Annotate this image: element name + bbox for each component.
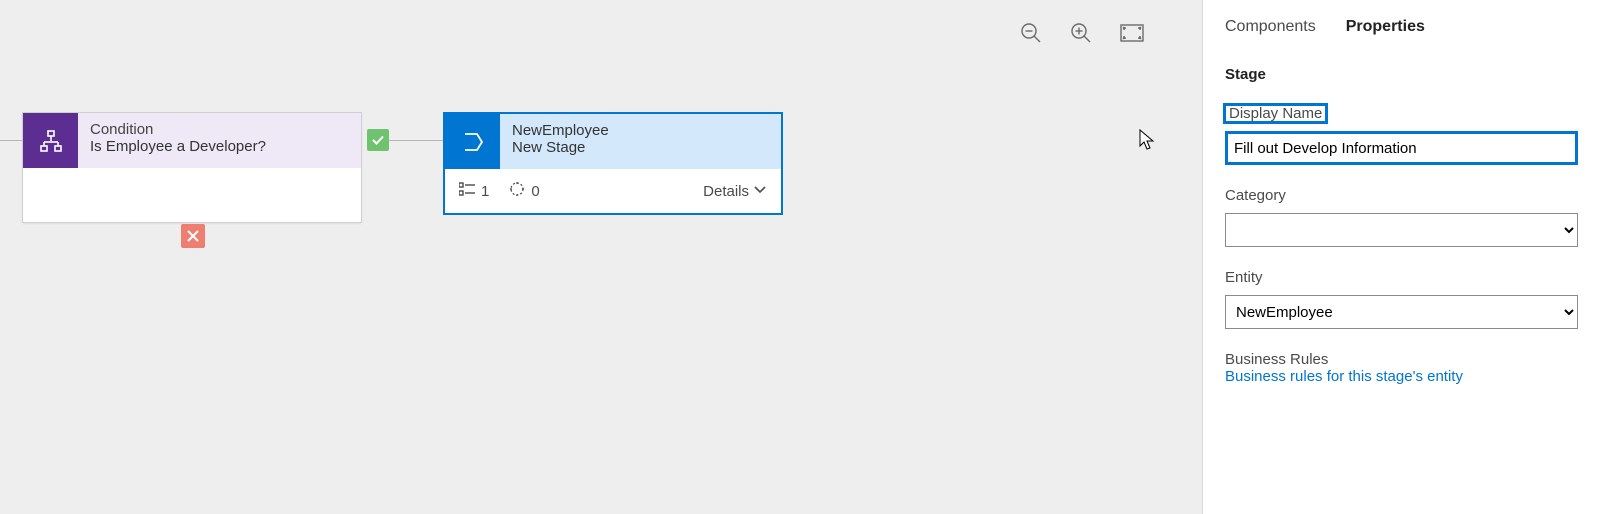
- panel-tabs: Components Properties: [1225, 0, 1578, 36]
- panel-section-title: Stage: [1225, 66, 1578, 83]
- details-label: Details: [703, 183, 749, 200]
- fit-to-screen-icon[interactable]: [1120, 24, 1144, 42]
- business-rules-label: Business Rules: [1225, 351, 1578, 368]
- condition-type-label: Condition: [90, 121, 349, 138]
- tab-properties[interactable]: Properties: [1346, 18, 1425, 36]
- stage-name-label: New Stage: [512, 139, 769, 156]
- chevron-down-icon: [753, 182, 767, 200]
- connector-line: [0, 140, 22, 141]
- display-name-field: Display Name: [1225, 105, 1578, 165]
- category-select[interactable]: [1225, 213, 1578, 247]
- entity-field: Entity NewEmployee: [1225, 269, 1578, 329]
- steps-icon: [459, 182, 475, 200]
- entity-select[interactable]: NewEmployee: [1225, 295, 1578, 329]
- display-name-input[interactable]: [1225, 131, 1578, 165]
- stage-icon: [445, 114, 500, 169]
- condition-header-text: Condition Is Employee a Developer?: [78, 113, 361, 168]
- category-field: Category: [1225, 187, 1578, 247]
- condition-node[interactable]: Condition Is Employee a Developer?: [22, 112, 362, 223]
- category-label: Category: [1225, 187, 1286, 204]
- steps-count-value: 1: [481, 183, 489, 200]
- display-name-label: Display Name: [1225, 105, 1326, 122]
- triggers-counter: 0: [509, 181, 539, 201]
- zoom-out-icon[interactable]: [1020, 22, 1042, 44]
- false-branch-icon: [181, 224, 205, 248]
- triggers-icon: [509, 181, 525, 201]
- tab-components[interactable]: Components: [1225, 18, 1316, 36]
- condition-icon: [23, 113, 78, 168]
- stage-node[interactable]: NewEmployee New Stage 1 0 D: [443, 112, 783, 215]
- cursor-icon: [1138, 128, 1158, 157]
- condition-footer: [23, 168, 361, 222]
- stage-entity-label: NewEmployee: [512, 122, 769, 139]
- stage-header-text: NewEmployee New Stage: [500, 114, 781, 169]
- triggers-count-value: 0: [531, 183, 539, 200]
- connector-line: [389, 140, 443, 141]
- details-toggle[interactable]: Details: [703, 182, 767, 200]
- business-rules-link[interactable]: Business rules for this stage's entity: [1225, 368, 1578, 385]
- zoom-in-icon[interactable]: [1070, 22, 1092, 44]
- properties-panel: Components Properties Stage Display Name…: [1202, 0, 1600, 514]
- canvas-toolbar: [1020, 22, 1144, 44]
- condition-title: Is Employee a Developer?: [90, 138, 349, 155]
- true-branch-icon: [367, 129, 389, 151]
- steps-counter: 1: [459, 182, 489, 200]
- entity-label: Entity: [1225, 269, 1263, 286]
